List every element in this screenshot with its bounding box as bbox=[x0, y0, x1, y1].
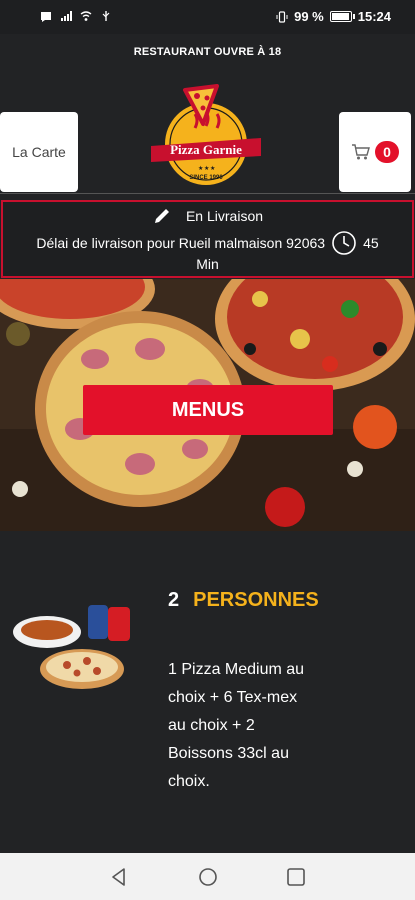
la-carte-button[interactable]: La Carte bbox=[0, 112, 78, 192]
pizza-garnie-logo: Pizza Garnie ★ ★ ★ SINCE 1990 bbox=[151, 84, 261, 185]
offer-description: 1 Pizza Medium au choix + 6 Tex-mex au c… bbox=[168, 661, 305, 790]
clock-icon bbox=[332, 231, 356, 255]
delivery-info-box[interactable]: En Livraison Délai de livraison pour Rue… bbox=[1, 200, 414, 278]
delivery-details: Délai de livraison pour Rueil malmaison … bbox=[36, 235, 326, 251]
battery-percent: 99 % bbox=[294, 9, 324, 24]
svg-text:★: ★ bbox=[204, 165, 209, 172]
menus-label: MENUS bbox=[171, 398, 245, 421]
delivery-unit: Min bbox=[196, 256, 219, 272]
header: RESTAURANT OUVRE À 18 La Carte Pizza Gar… bbox=[0, 34, 415, 194]
pencil-icon bbox=[154, 209, 169, 223]
opening-notice: RESTAURANT OUVRE À 18 bbox=[133, 46, 282, 58]
wifi-icon bbox=[80, 11, 92, 21]
hero-pizza-image: MENUS bbox=[0, 279, 415, 531]
vibrate-icon bbox=[276, 10, 288, 23]
status-left-icons bbox=[40, 10, 112, 22]
offer-card[interactable]: 2 PERSONNES 1 Pizza Medium au choix + 6 T… bbox=[0, 531, 415, 853]
delivery-duration: 45 bbox=[363, 235, 379, 251]
status-right: 99 % 15:24 bbox=[276, 9, 391, 24]
signal-icon bbox=[61, 11, 72, 21]
header-divider bbox=[0, 193, 415, 194]
cart-icon bbox=[352, 144, 371, 160]
status-bar: 99 % 15:24 bbox=[0, 0, 415, 34]
offer-count: 2 bbox=[168, 589, 180, 611]
menus-button[interactable]: MENUS bbox=[83, 385, 333, 435]
offer-label: PERSONNES bbox=[193, 589, 319, 611]
usb-icon bbox=[102, 11, 110, 21]
back-icon[interactable] bbox=[109, 867, 129, 887]
offer-title: 2 PERSONNES bbox=[168, 589, 319, 612]
svg-text:SINCE 1990: SINCE 1990 bbox=[189, 175, 223, 181]
message-icon bbox=[41, 12, 51, 22]
recent-apps-icon[interactable] bbox=[286, 867, 306, 887]
home-icon[interactable] bbox=[198, 867, 218, 887]
battery-icon bbox=[329, 11, 355, 22]
system-nav-bar bbox=[0, 853, 415, 900]
battery-level bbox=[331, 13, 349, 20]
offer-menu-image bbox=[13, 605, 130, 689]
svg-text:Pizza Garnie: Pizza Garnie bbox=[170, 142, 242, 157]
la-carte-label: La Carte bbox=[12, 144, 66, 160]
cart-count-badge: 0 bbox=[375, 141, 399, 163]
delivery-mode: En Livraison bbox=[185, 208, 264, 224]
svg-text:★: ★ bbox=[198, 165, 203, 172]
clock: 15:24 bbox=[357, 9, 391, 24]
svg-text:★: ★ bbox=[210, 165, 215, 172]
cart-button[interactable]: 0 bbox=[339, 112, 411, 192]
